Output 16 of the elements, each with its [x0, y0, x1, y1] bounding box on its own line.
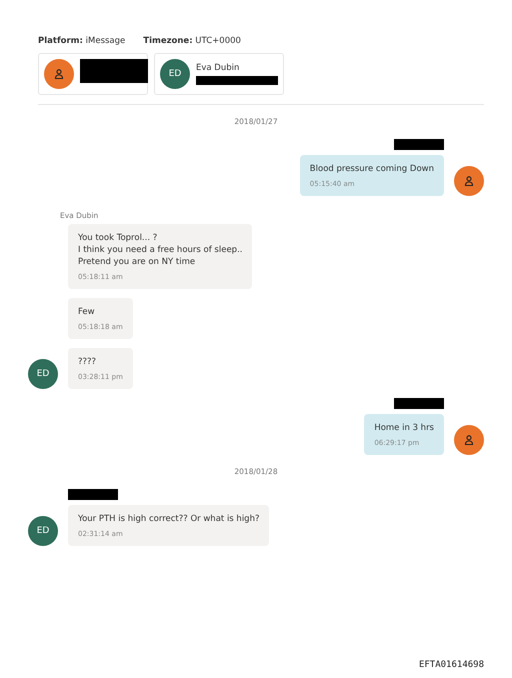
- document-number: EFTA01614698: [418, 660, 484, 670]
- person-icon: [463, 434, 475, 446]
- message-text: Blood pressure coming Down: [310, 163, 434, 175]
- platform-label: Platform: iMessage: [38, 36, 126, 46]
- timezone-label: Timezone: UTC+0000: [143, 36, 241, 46]
- message-text: ????: [78, 356, 98, 368]
- message-text: Home in 3 hrs: [374, 422, 434, 434]
- initials-avatar: ED: [28, 359, 58, 389]
- person-icon: [53, 68, 65, 80]
- message-text: Your PTH is high correct?? Or what is high?: [78, 513, 260, 525]
- initials-avatar: ED: [28, 516, 58, 546]
- message-text: You took Toprol... ? I think you need a free hours of sleep.. Pretend you are on NY time: [78, 232, 242, 268]
- participant-name: Eva Dubin: [196, 63, 240, 73]
- initials-avatar: ED: [160, 59, 190, 89]
- message-text: Few: [78, 306, 96, 318]
- person-icon: [463, 175, 475, 187]
